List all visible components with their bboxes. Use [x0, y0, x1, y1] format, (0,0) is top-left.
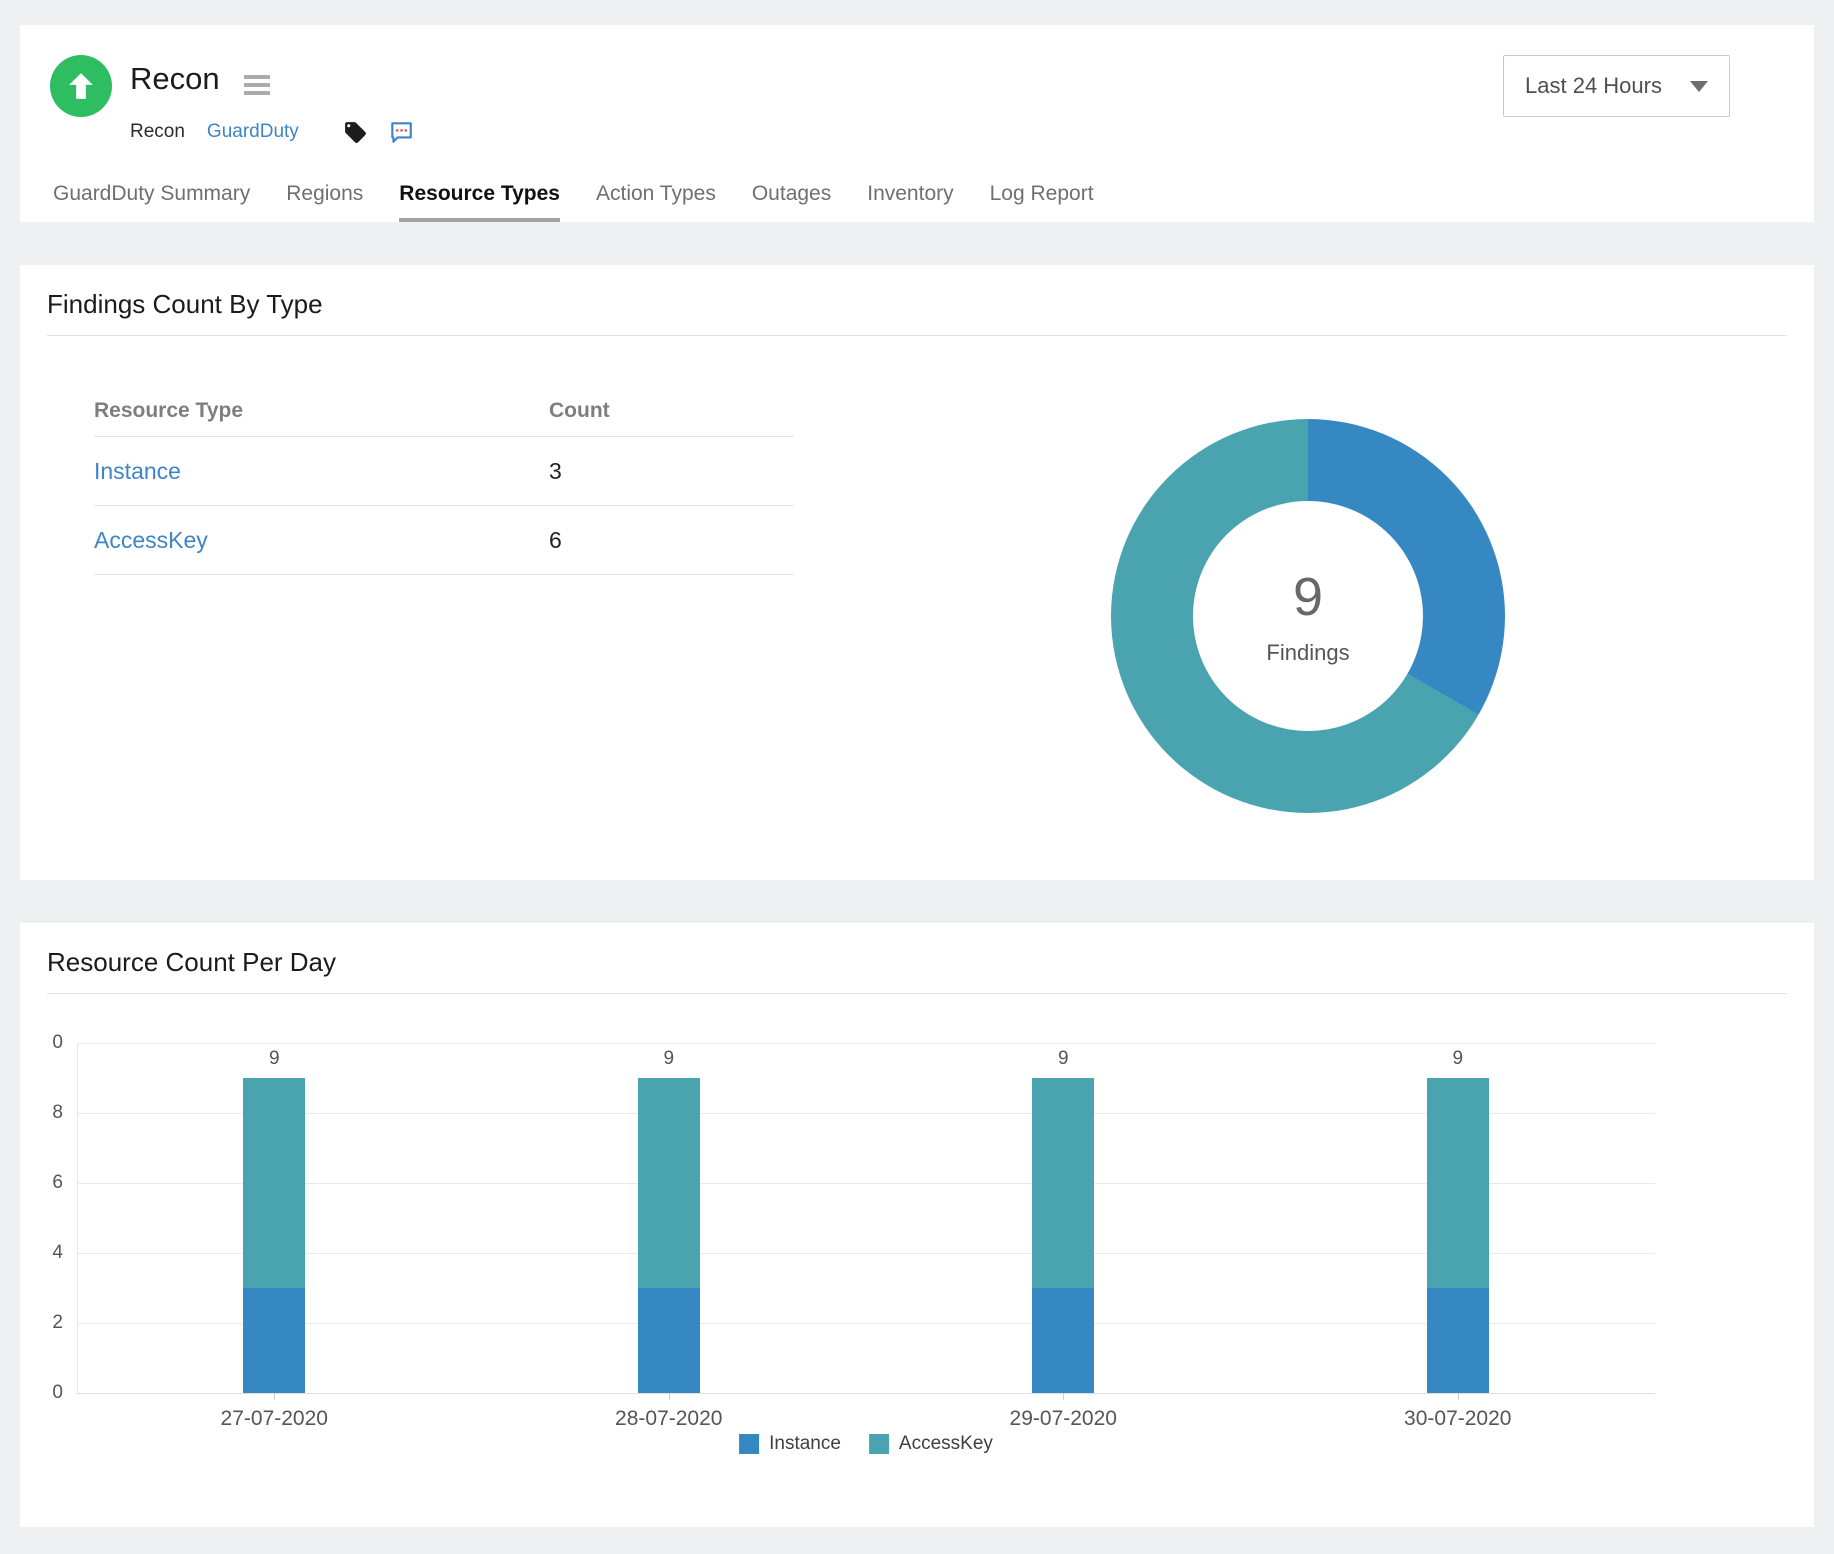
column-header-resource-type: Resource Type [94, 399, 549, 423]
legend-item-accesskey[interactable]: AccessKey [869, 1433, 993, 1455]
bar-total-label: 9 [269, 1048, 280, 1070]
x-axis-tick-mark [1458, 1393, 1459, 1400]
divider [47, 993, 1787, 994]
bar-total-label: 9 [663, 1048, 674, 1070]
resource-count-value: 3 [549, 458, 562, 484]
table-header-row: Resource Type Count [94, 385, 794, 437]
comment-icon[interactable] [388, 119, 414, 145]
bar-total-label: 9 [1058, 1048, 1069, 1070]
monitor-category-link[interactable]: GuardDuty [207, 121, 299, 143]
tab-regions[interactable]: Regions [286, 182, 363, 222]
findings-table: Resource Type Count Instance 3 AccessKey… [94, 385, 794, 575]
bar-segment-instance[interactable] [1427, 1288, 1489, 1393]
bar-segment-accesskey[interactable] [1427, 1078, 1489, 1288]
time-range-value: Last 24 Hours [1525, 73, 1662, 99]
monitor-name: Recon [130, 121, 185, 143]
y-axis-tick-label: 4 [52, 1242, 63, 1264]
x-axis-tick-label: 28-07-2020 [615, 1407, 722, 1431]
bar-segment-accesskey[interactable] [1032, 1078, 1094, 1288]
table-row: AccessKey 6 [94, 506, 794, 575]
gridline [77, 1113, 1655, 1114]
menu-icon[interactable] [244, 75, 270, 99]
header-card: Recon Recon GuardDuty GuardDuty Summary … [20, 25, 1814, 222]
gridline [77, 1043, 1655, 1044]
column-header-count: Count [549, 399, 794, 423]
bar-total-label: 9 [1452, 1048, 1463, 1070]
legend-swatch [869, 1434, 889, 1454]
tab-action-types[interactable]: Action Types [596, 182, 716, 222]
y-axis-tick-label: 0 [52, 1382, 63, 1404]
findings-donut-chart[interactable]: 9 Findings [1111, 419, 1505, 813]
tab-inventory[interactable]: Inventory [867, 182, 953, 222]
gridline [77, 1183, 1655, 1184]
breadcrumb: Recon GuardDuty [130, 119, 414, 145]
panel-title: Findings Count By Type [47, 289, 323, 320]
resource-type-link[interactable]: Instance [94, 458, 181, 484]
resource-count-bar-chart: 086420927-07-2020928-07-2020929-07-20209… [77, 1043, 1655, 1393]
y-axis-line [77, 1043, 78, 1393]
tab-guardduty-summary[interactable]: GuardDuty Summary [53, 182, 250, 222]
chart-legend: Instance AccessKey [739, 1433, 993, 1455]
bar-segment-instance[interactable] [638, 1288, 700, 1393]
time-range-dropdown[interactable]: Last 24 Hours [1503, 55, 1730, 117]
page-title: Recon [130, 61, 220, 97]
x-axis-tick-mark [1063, 1393, 1064, 1400]
legend-label: Instance [769, 1433, 841, 1455]
bar-segment-instance[interactable] [243, 1288, 305, 1393]
donut-total-caption: Findings [1266, 640, 1349, 666]
legend-item-instance[interactable]: Instance [739, 1433, 841, 1455]
legend-swatch [739, 1434, 759, 1454]
x-axis-tick-label: 29-07-2020 [1010, 1407, 1117, 1431]
y-axis-tick-label: 8 [52, 1102, 63, 1124]
gridline [77, 1253, 1655, 1254]
x-axis-tick-mark [669, 1393, 670, 1400]
bar-segment-accesskey[interactable] [638, 1078, 700, 1288]
bar-segment-instance[interactable] [1032, 1288, 1094, 1393]
x-axis-tick-label: 30-07-2020 [1404, 1407, 1511, 1431]
resource-type-link[interactable]: AccessKey [94, 527, 208, 553]
y-axis-tick-label: 0 [52, 1032, 63, 1054]
y-axis-tick-label: 6 [52, 1172, 63, 1194]
dashboard-page: { "header": { "title": "Recon", "breadcr… [0, 0, 1834, 1554]
divider [47, 335, 1787, 336]
resource-count-value: 6 [549, 527, 562, 553]
tab-outages[interactable]: Outages [752, 182, 831, 222]
table-row: Instance 3 [94, 437, 794, 506]
chevron-down-icon [1690, 81, 1708, 92]
x-axis-tick-mark [274, 1393, 275, 1400]
tab-resource-types[interactable]: Resource Types [399, 182, 560, 222]
tab-bar: GuardDuty Summary Regions Resource Types… [53, 182, 1094, 222]
legend-label: AccessKey [899, 1433, 993, 1455]
gridline [77, 1393, 1655, 1394]
resource-count-panel: Resource Count Per Day 086420927-07-2020… [20, 923, 1814, 1527]
gridline [77, 1323, 1655, 1324]
donut-center: 9 Findings [1193, 501, 1423, 731]
bar-segment-accesskey[interactable] [243, 1078, 305, 1288]
status-up-icon [50, 55, 112, 117]
up-arrow-icon [68, 72, 94, 100]
x-axis-tick-label: 27-07-2020 [221, 1407, 328, 1431]
tag-icon[interactable] [343, 120, 368, 145]
findings-count-panel: Findings Count By Type Resource Type Cou… [20, 265, 1814, 880]
donut-total-value: 9 [1293, 566, 1323, 628]
tab-log-report[interactable]: Log Report [990, 182, 1094, 222]
panel-title: Resource Count Per Day [47, 947, 336, 978]
y-axis-tick-label: 2 [52, 1312, 63, 1334]
